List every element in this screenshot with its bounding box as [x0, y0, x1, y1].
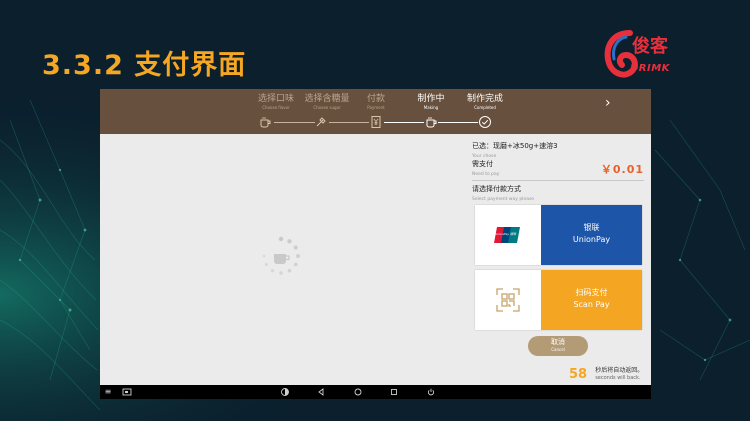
- need-pay-label: 需支付 Need to pay: [472, 160, 500, 177]
- sugar-spoon-icon: [316, 117, 326, 127]
- step-connector: [274, 122, 315, 123]
- back-icon[interactable]: [316, 387, 326, 397]
- menu-icon[interactable]: ≡: [103, 387, 113, 397]
- power-icon[interactable]: [426, 387, 436, 397]
- scan-pay-label-cn: 扫码支付: [575, 288, 608, 297]
- unionpay-label-box[interactable]: 银联 UnionPay: [541, 205, 642, 265]
- unionpay-logo-icon: UnionPay 银联: [494, 227, 520, 243]
- qr-scan-icon: [496, 288, 520, 312]
- unionpay-label-en: UnionPay: [572, 235, 611, 244]
- unionpay-logo-text: UnionPay 银联: [495, 232, 517, 236]
- scan-pay-label-box[interactable]: 扫码支付 Scan Pay: [541, 270, 642, 330]
- screenshot-icon[interactable]: [122, 387, 132, 397]
- logo-text-cn: 俊客: [632, 36, 668, 57]
- unionpay-button[interactable]: UnionPay 银联 银联 UnionPay: [475, 205, 642, 265]
- step-connector: [329, 122, 369, 123]
- cup-icon: [426, 117, 437, 128]
- cup-icon: [260, 117, 271, 128]
- step-completed: 制作完成 Completed: [466, 94, 503, 110]
- amount-due: ￥0.01: [600, 163, 644, 176]
- next-arrow-icon[interactable]: ›: [605, 95, 611, 111]
- slide-title: 3.3.2 支付界面: [42, 50, 247, 81]
- choose-method-label: 请选择付款方式 Select payment way please: [472, 185, 535, 202]
- scan-pay-label-en: Scan Pay: [573, 300, 610, 309]
- cancel-button[interactable]: 取消 Cancel: [528, 336, 588, 356]
- half-circle-icon[interactable]: [280, 387, 290, 397]
- countdown-seconds: 58: [569, 367, 588, 382]
- payment-panel: 已选：现磨+冰50g+速溶3 Your chose 需支付 Need to pa…: [472, 139, 648, 389]
- step-connector: [438, 122, 478, 123]
- step-making: 制作中 Making: [417, 94, 445, 110]
- countdown-msg-en: seconds will back.: [595, 375, 641, 381]
- system-navbar: ≡: [100, 385, 651, 399]
- countdown: 58 秒后将自动返回。 seconds will back.: [569, 364, 643, 383]
- selected-options: 已选：现磨+冰50g+速溶3 Your chose: [472, 142, 558, 159]
- scan-pay-icon-box: [475, 270, 541, 330]
- check-circle-icon: [479, 116, 491, 128]
- step-payment: 付款 Payment: [366, 94, 385, 110]
- unionpay-logo-box: UnionPay 银联: [475, 205, 541, 265]
- brand-logo: 俊客 DRIMK: [604, 27, 696, 83]
- divider: [472, 180, 644, 181]
- scan-pay-button[interactable]: 扫码支付 Scan Pay: [475, 270, 642, 330]
- countdown-msg-cn: 秒后将自动返回。: [595, 367, 644, 374]
- loading-spinner-icon: [262, 236, 300, 275]
- cancel-label-en: Cancel: [551, 347, 565, 352]
- cancel-label-cn: 取消: [551, 338, 565, 346]
- home-icon[interactable]: [353, 387, 363, 397]
- logo-text-en: DRIMK: [630, 63, 670, 74]
- unionpay-label-cn: 银联: [583, 223, 600, 232]
- progress-header: 选择口味 Choose flavor 选择含糖量 Choose sugar 付款…: [100, 89, 651, 134]
- yuan-receipt-icon: [371, 116, 381, 128]
- step-connector: [384, 122, 424, 123]
- recents-icon[interactable]: [389, 387, 399, 397]
- kiosk-screen: 选择口味 Choose flavor 选择含糖量 Choose sugar 付款…: [100, 89, 651, 399]
